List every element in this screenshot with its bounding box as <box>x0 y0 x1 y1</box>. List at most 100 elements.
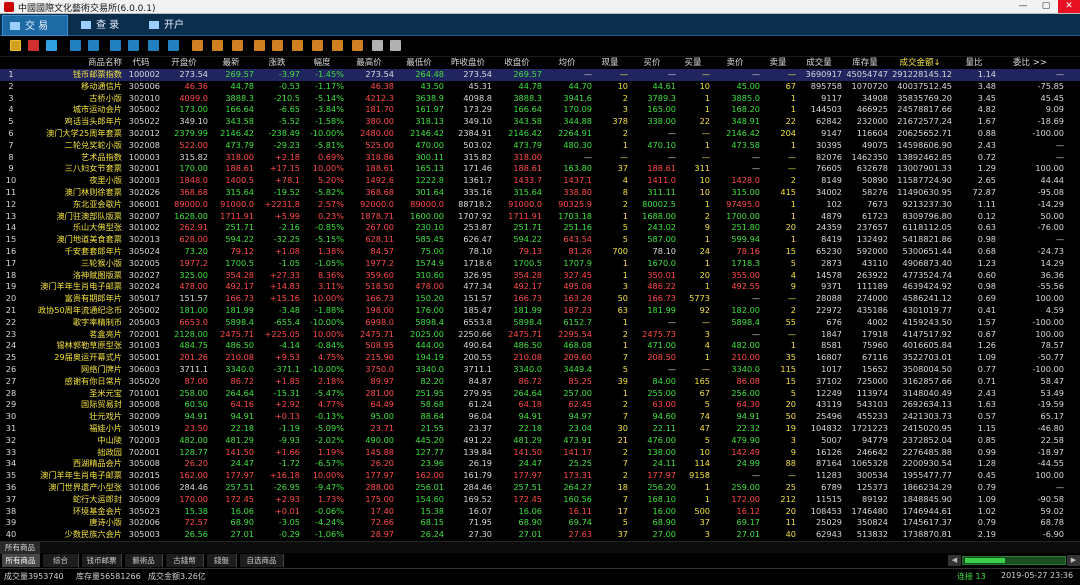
table-row[interactable]: 10 夜里小版 302003 1848.0 1400.5 +78.1 5.20% 1492.6… <box>0 175 1080 187</box>
table-row[interactable]: 14 乐山大佛型张 301002 262.91 251.71 -2.16 -0.85% 267… <box>0 222 1080 234</box>
tool-4-icon[interactable] <box>254 40 265 51</box>
bottom-tab[interactable]: 自选商品 <box>240 554 284 567</box>
column-header[interactable]: 买量 <box>676 57 710 69</box>
calendar-2-icon[interactable] <box>128 40 139 51</box>
table-row[interactable]: 38 环境基金会片 305023 15.38 16.06 +0.01 -0.06% 17.40… <box>0 506 1080 518</box>
table-row[interactable]: 37 蛇行大运郎封 305009 170.00 172.45 +2.93 1.73% 175.… <box>0 494 1080 506</box>
column-header[interactable]: 最新 <box>208 57 254 69</box>
column-header[interactable]: 成交金额↓ <box>888 57 952 69</box>
table-row[interactable]: 19 澳门羊年生肖电子邮票 302024 478.00 492.17 +14.83 3.11… <box>0 281 1080 293</box>
scrollbar-thumb[interactable] <box>965 558 1005 563</box>
column-header[interactable]: 成交量 <box>796 57 842 69</box>
news-icon[interactable] <box>110 40 121 51</box>
tool-3-icon[interactable] <box>232 40 243 51</box>
table-cell: 5418821.86 <box>902 234 953 245</box>
table-row[interactable]: 9 三八妇女节套票 302001 170.00 188.61 +17.15 10.00% 18… <box>0 163 1080 175</box>
column-header[interactable]: 量比 <box>952 57 996 69</box>
excel-icon[interactable] <box>168 40 179 51</box>
table-row[interactable]: 13 澳门驻澳部队版票 302007 1628.00 1711.91 +5.99 0.23%… <box>0 211 1080 223</box>
table-row[interactable]: 32 中山陵 702003 482.00 481.29 -9.93 -2.02% 490.00… <box>0 435 1080 447</box>
tab-trade[interactable]: 交 易 <box>2 15 68 36</box>
tab-query[interactable]: 查 录 <box>74 15 140 36</box>
column-header[interactable]: 最低价 <box>394 57 444 69</box>
table-row[interactable]: 39 唐诗小版 302006 72.57 68.90 -3.05 -4.24% 72.66 68… <box>0 517 1080 529</box>
f10-icon[interactable] <box>148 40 159 51</box>
column-header[interactable]: 卖价 <box>710 57 760 69</box>
column-header[interactable]: 委比 >> <box>996 57 1064 69</box>
tab-open-account[interactable]: 开户 <box>142 15 208 36</box>
table-row[interactable]: 26 网络门牌片 306003 3711.1 3340.0 -371.1 -10.00% 37… <box>0 364 1080 376</box>
maximize-button[interactable]: ▢ <box>1035 0 1057 13</box>
scroll-right-button[interactable]: ▶ <box>1067 555 1080 566</box>
table-row[interactable]: 35 澳门羊年生肖电子邮票 302015 162.00 177.97 +16.18 10.0… <box>0 470 1080 482</box>
tool-9-icon[interactable] <box>352 40 363 51</box>
table-row[interactable]: 18 洛神赋图版票 302027 325.00 354.28 +27.33 8.36% 359… <box>0 270 1080 282</box>
table-row[interactable]: 5 鸡话当头郎年片 305022 349.10 343.58 -5.52 -1.58% 380… <box>0 116 1080 128</box>
bottom-tab[interactable]: 古錢幣 <box>166 554 204 567</box>
table-row[interactable]: 1 钱币邮票指数 100002 273.54 269.57 -3.97 -1.45% 273.… <box>0 69 1080 81</box>
calendar-icon[interactable] <box>88 40 99 51</box>
table-row[interactable]: 7 二轮兑奖蛇小版 302008 522.00 473.79 -29.23 -5.81% 52… <box>0 140 1080 152</box>
column-header[interactable]: 幅度 <box>300 57 344 69</box>
table-row[interactable]: 15 澳门地道美食套票 302013 628.00 594.22 -32.25 -5.15%… <box>0 234 1080 246</box>
table-row[interactable]: 20 富贵有期郎年片 305017 151.57 166.73 +15.16 10.00% 1… <box>0 293 1080 305</box>
column-header[interactable]: 开盘价 <box>160 57 208 69</box>
table-row[interactable]: 22 歌字率精制币 205003 6653.0 5898.4 -655.4 -10.00% 6… <box>0 317 1080 329</box>
bottom-tab[interactable]: 藝術品 <box>125 554 163 567</box>
table-row[interactable]: 8 艺术品指数 100003 315.82 318.00 +2.18 0.69% 318.86… <box>0 152 1080 164</box>
table-row[interactable]: 12 东北亚会歇片 306001 89000.0 91000.0 +2231.8 2.57%… <box>0 199 1080 211</box>
table-row[interactable]: 31 福娃小片 305019 23.50 22.18 -1.19 -5.09% 23.71 21… <box>0 423 1080 435</box>
column-header[interactable]: 均价 <box>542 57 592 69</box>
column-header[interactable]: 库存量 <box>842 57 888 69</box>
scroll-left-button[interactable]: ◀ <box>948 555 961 566</box>
table-row[interactable]: 25 29届奥运开幕式片 305001 201.26 210.08 +9.53 4.75% 2… <box>0 352 1080 364</box>
bottom-tab[interactable]: 综合 <box>43 554 79 567</box>
multi-chart-icon[interactable] <box>46 40 57 51</box>
column-header[interactable]: 昨收盘价 <box>444 57 492 69</box>
table-row[interactable]: 30 壮元戏片 302009 94.91 94.91 +0.13 -0.13% 95.00 88… <box>0 411 1080 423</box>
table-row[interactable]: 24 锡林郭勒草原型张 301003 484.75 486.50 -4.14 -0.84% 5… <box>0 340 1080 352</box>
column-header[interactable]: 现量 <box>592 57 628 69</box>
close-button[interactable]: ✕ <box>1058 0 1080 13</box>
tool-5-icon[interactable] <box>272 40 283 51</box>
table-row[interactable]: 33 拙政园 702001 128.77 141.50 +1.66 1.19% 145.88 1… <box>0 447 1080 459</box>
table-row[interactable]: 21 政协50周年流通纪念币 205002 181.00 181.99 -3.48 -1.8… <box>0 305 1080 317</box>
table-row[interactable]: 3 古桥小版 302010 4099.0 3888.3 -210.5 -5.14% 4212.… <box>0 93 1080 105</box>
gear-icon[interactable] <box>390 40 401 51</box>
table-row[interactable]: 23 茗盒亮片 702001 2128.00 2475.71 +225.05 10.00% 2… <box>0 329 1080 341</box>
table-row[interactable]: 36 澳门世界遗产小型张 301006 284.46 257.51 -26.95 -9.47… <box>0 482 1080 494</box>
bottom-tab[interactable]: 所有商品 <box>2 554 40 567</box>
table-row[interactable]: 6 澳门大学25周年套票 302012 2379.99 2146.42 -238.49 -1… <box>0 128 1080 140</box>
column-header[interactable]: 卖量 <box>760 57 796 69</box>
column-header[interactable]: 买价 <box>628 57 676 69</box>
tool-7-icon[interactable] <box>312 40 323 51</box>
table-row[interactable]: 17 三轮猴小版 302005 1977.2 1700.5 -1.05 -1.05% 1977… <box>0 258 1080 270</box>
table-row[interactable]: 28 圣米元宝 701001 258.00 264.64 -15.31 -5.47% 281.… <box>0 388 1080 400</box>
category-label[interactable]: 所有商品 <box>0 542 40 554</box>
bottom-tab[interactable]: 钱币邮票 <box>82 554 122 567</box>
table-row[interactable]: 11 澳门林则徐套票 302026 368.68 315.64 -19.52 -5.82% 3… <box>0 187 1080 199</box>
horizontal-scrollbar[interactable] <box>962 556 1066 565</box>
table-row[interactable]: 16 千安套套郎年片 305024 73.20 79.12 +1.08 1.38% 84.57… <box>0 246 1080 258</box>
column-header[interactable]: 涨跌 <box>254 57 300 69</box>
tool-1-icon[interactable] <box>192 40 203 51</box>
minimize-button[interactable]: — <box>1012 0 1034 13</box>
chart-icon[interactable] <box>28 40 39 51</box>
bottom-tab[interactable]: 錢盤 <box>207 554 237 567</box>
tool-2-icon[interactable] <box>212 40 223 51</box>
column-header[interactable]: 收盘价 <box>492 57 542 69</box>
table-row[interactable]: 2 移动通信片 305006 46.36 44.78 -0.53 -1.17% 46.38 43… <box>0 81 1080 93</box>
table-row[interactable]: 34 西湖精品会片 305008 26.20 24.47 -1.72 -6.57% 26.20… <box>0 458 1080 470</box>
table-row[interactable]: 40 少数民族六会片 305003 26.56 27.01 -0.29 -1.06% 28.9… <box>0 529 1080 541</box>
table-row[interactable]: 27 感谢有你日常片 305020 87.00 86.72 +1.85 2.18% 89.97… <box>0 376 1080 388</box>
tool-8-icon[interactable] <box>332 40 343 51</box>
tool-6-icon[interactable] <box>292 40 303 51</box>
table-row[interactable]: 4 城市运动会片 305002 173.00 166.64 -6.65 -3.84% 181.… <box>0 104 1080 116</box>
pencil-icon[interactable] <box>372 40 383 51</box>
column-header[interactable]: 最高价 <box>344 57 394 69</box>
table-row[interactable]: 29 国际贸易封 305008 60.50 64.16 +2.92 4.77% 64.49 58… <box>0 399 1080 411</box>
column-header[interactable]: 代码 <box>122 57 160 69</box>
column-header[interactable]: 商品名称 <box>22 57 122 69</box>
monitor-icon[interactable] <box>70 40 81 51</box>
table-view-icon[interactable] <box>10 40 21 51</box>
